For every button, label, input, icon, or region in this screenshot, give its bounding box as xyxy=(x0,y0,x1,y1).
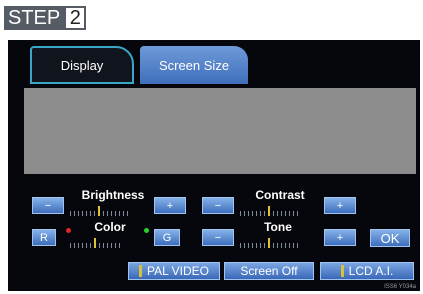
brightness-minus-button[interactable]: − xyxy=(32,197,64,214)
tab-screen-size-label: Screen Size xyxy=(158,57,230,73)
tone-scale xyxy=(240,236,322,248)
contrast-minus-button[interactable]: − xyxy=(202,197,234,214)
contrast-scale xyxy=(240,204,322,216)
color-red-button[interactable]: R xyxy=(32,229,56,246)
display-settings-screen: Display Screen Size Brightness − + Contr… xyxy=(8,40,420,291)
green-dot-icon xyxy=(144,228,149,233)
red-dot-icon xyxy=(66,228,71,233)
brightness-label: Brightness xyxy=(81,188,145,202)
color-label: Color xyxy=(94,220,126,234)
color-green-button[interactable]: G xyxy=(154,229,180,246)
screen-off-button[interactable]: Screen Off xyxy=(224,262,314,280)
contrast-label: Contrast xyxy=(255,188,305,202)
preview-area xyxy=(24,88,416,174)
brightness-plus-button[interactable]: + xyxy=(154,197,186,214)
tone-plus-button[interactable]: + xyxy=(324,229,356,246)
screen-off-label: Screen Off xyxy=(240,264,298,278)
contrast-plus-button[interactable]: + xyxy=(324,197,356,214)
pal-video-indicator xyxy=(138,265,142,277)
step-word: STEP xyxy=(4,6,65,30)
image-caption: ISS6 Y034a xyxy=(384,284,416,290)
tab-display[interactable]: Display xyxy=(30,46,134,84)
step-badge: STEP 2 xyxy=(4,6,87,30)
step-number: 2 xyxy=(64,6,87,30)
tab-screen-size[interactable]: Screen Size xyxy=(140,46,248,84)
tone-label: Tone xyxy=(264,220,292,234)
color-scale xyxy=(70,236,140,248)
pal-video-button[interactable]: PAL VIDEO xyxy=(128,262,220,280)
lcd-ai-indicator xyxy=(340,265,344,277)
brightness-scale xyxy=(70,204,150,216)
lcd-ai-button[interactable]: LCD A.I. xyxy=(320,262,414,280)
tab-display-label: Display xyxy=(60,57,104,73)
lcd-ai-label: LCD A.I. xyxy=(348,264,394,278)
ok-button[interactable]: OK xyxy=(370,229,410,247)
tab-bar: Display Screen Size xyxy=(8,40,420,88)
pal-video-label: PAL VIDEO xyxy=(146,264,210,278)
tone-minus-button[interactable]: − xyxy=(202,229,234,246)
